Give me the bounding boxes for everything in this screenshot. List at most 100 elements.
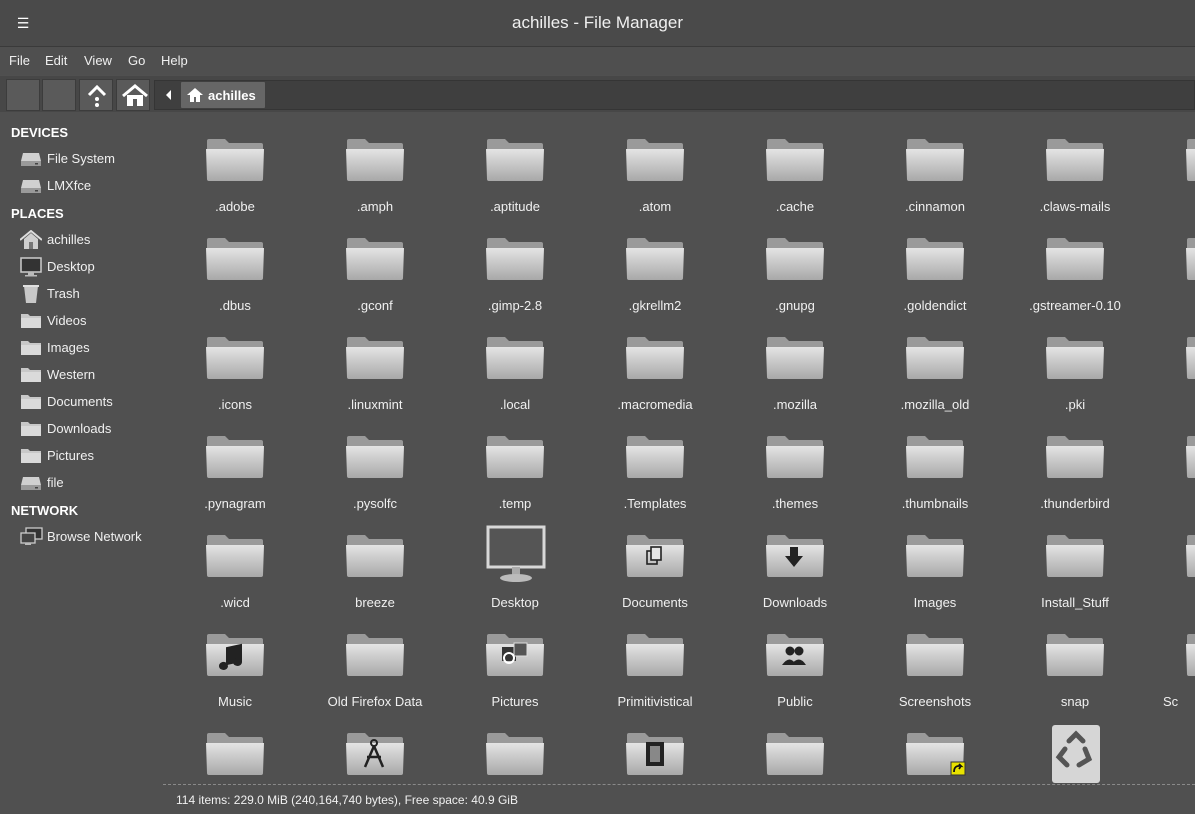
file-item-desktop[interactable]: Desktop — [445, 509, 585, 610]
monitor-icon — [486, 525, 546, 582]
file-item-linuxmint[interactable]: .linuxmint — [305, 311, 445, 412]
sidebar-item-trash[interactable]: Trash — [18, 283, 153, 305]
file-item-amph[interactable]: .amph — [305, 113, 445, 214]
sidebar-item-western[interactable]: Western — [18, 364, 153, 386]
folder-icon — [486, 337, 544, 379]
status-text: 114 items: 229.0 MiB (240,164,740 bytes)… — [176, 793, 518, 807]
file-item-cache[interactable]: .cache — [725, 113, 865, 214]
file-item-install-stuff[interactable]: Install_Stuff — [1005, 509, 1145, 610]
sidebar-item-videos[interactable]: Videos — [18, 310, 153, 332]
file-item-snap[interactable]: snap — [1005, 608, 1145, 709]
folder-icon — [20, 365, 42, 386]
file-item-thunderbird[interactable]: .thunderbird — [1005, 410, 1145, 511]
file-item-screenshots[interactable]: Screenshots — [865, 608, 1005, 709]
file-item-mozilla-old[interactable]: .mozilla_old — [865, 311, 1005, 412]
folder-icon — [20, 419, 42, 440]
file-item-old-firefox-data[interactable]: Old Firefox Data — [305, 608, 445, 709]
file-item-primitivistical[interactable]: Primitivistical — [585, 608, 725, 709]
file-item-atom[interactable]: .atom — [585, 113, 725, 214]
back-button[interactable] — [6, 79, 40, 111]
file-item-adobe[interactable]: .adobe — [165, 113, 305, 214]
file-item-row7-5[interactable] — [865, 707, 1005, 783]
sidebar-item-file[interactable]: file — [18, 472, 153, 494]
file-item-themes[interactable]: .themes — [725, 410, 865, 511]
file-item-pictures[interactable]: Pictures — [445, 608, 585, 709]
file-item-row7-3[interactable] — [585, 707, 725, 783]
trash-icon — [1052, 725, 1100, 783]
sidebar-item-browse-network[interactable]: Browse Network — [18, 526, 153, 548]
file-item-public[interactable]: Public — [725, 608, 865, 709]
folder-icon — [486, 733, 544, 775]
forward-button[interactable] — [42, 79, 76, 111]
file-item-thumbnails[interactable]: .thumbnails — [865, 410, 1005, 511]
file-item-pysolfc[interactable]: .pysolfc — [305, 410, 445, 511]
file-item-row7-4[interactable] — [725, 707, 865, 783]
sidebar-item-desktop[interactable]: Desktop — [18, 256, 153, 278]
sidebar-item-documents[interactable]: Documents — [18, 391, 153, 413]
sidebar-heading-network: NETWORK — [11, 503, 79, 518]
sidebar-heading-places: PLACES — [11, 206, 64, 221]
file-item-images[interactable]: Images — [865, 509, 1005, 610]
sidebar-item-lmxfce[interactable]: LMXfce — [18, 175, 153, 197]
menu-file[interactable]: File — [9, 53, 30, 68]
folder-icon — [1046, 634, 1104, 676]
file-item-mozilla[interactable]: .mozilla — [725, 311, 865, 412]
file-item-claws-mails[interactable]: .claws-mails — [1005, 113, 1145, 214]
file-item-downloads[interactable]: Downloads — [725, 509, 865, 610]
file-item-row7-6[interactable] — [1005, 707, 1145, 783]
menu-view[interactable]: View — [84, 53, 112, 68]
sidebar-heading-devices: DEVICES — [11, 125, 69, 140]
folder-icon — [626, 436, 684, 478]
sidebar-item-file-system[interactable]: File System — [18, 148, 153, 170]
menu-help[interactable]: Help — [161, 53, 188, 68]
folder-icon — [1046, 535, 1104, 577]
file-item-macromedia[interactable]: .macromedia — [585, 311, 725, 412]
file-item-icons[interactable]: .icons — [165, 311, 305, 412]
file-item-partial[interactable] — [1145, 113, 1195, 205]
file-item-row7-0[interactable] — [165, 707, 305, 783]
chevron-left-icon — [166, 90, 171, 100]
home-button[interactable] — [116, 79, 150, 111]
file-item-gnupg[interactable]: .gnupg — [725, 212, 865, 313]
file-item-gkrellm2[interactable]: .gkrellm2 — [585, 212, 725, 313]
file-item-gstreamer-0-10[interactable]: .gstreamer-0.10 — [1005, 212, 1145, 313]
file-item-partial[interactable] — [1145, 410, 1195, 502]
menu-edit[interactable]: Edit — [45, 53, 67, 68]
file-item-partial[interactable]: Sc — [1145, 608, 1195, 709]
sidebar-item-achilles[interactable]: achilles — [18, 229, 153, 251]
sidebar-item-label: file — [47, 475, 64, 490]
file-item-partial[interactable] — [1145, 212, 1195, 304]
file-item-documents[interactable]: Documents — [585, 509, 725, 610]
file-item-partial[interactable] — [1145, 311, 1195, 403]
file-item-music[interactable]: Music — [165, 608, 305, 709]
sidebar-item-downloads[interactable]: Downloads — [18, 418, 153, 440]
sidebar-item-label: Videos — [47, 313, 87, 328]
file-item-breeze[interactable]: breeze — [305, 509, 445, 610]
file-item-row7-1[interactable] — [305, 707, 445, 783]
sidebar-item-pictures[interactable]: Pictures — [18, 445, 153, 467]
menu-go[interactable]: Go — [128, 53, 145, 68]
folder-icon — [346, 634, 404, 676]
downloads-folder-icon — [766, 535, 824, 577]
file-item-row7-2[interactable] — [445, 707, 585, 783]
file-item-temp[interactable]: .temp — [445, 410, 585, 511]
file-item-wicd[interactable]: .wicd — [165, 509, 305, 610]
file-item-cinnamon[interactable]: .cinnamon — [865, 113, 1005, 214]
parent-folder-button[interactable] — [79, 79, 113, 111]
file-item-aptitude[interactable]: .aptitude — [445, 113, 585, 214]
file-item-partial[interactable] — [1145, 509, 1195, 601]
path-scroll-left-button[interactable] — [159, 85, 179, 105]
file-item-local[interactable]: .local — [445, 311, 585, 412]
file-item-dbus[interactable]: .dbus — [165, 212, 305, 313]
file-item-gimp-2-8[interactable]: .gimp-2.8 — [445, 212, 585, 313]
sidebar-item-images[interactable]: Images — [18, 337, 153, 359]
file-item-templates[interactable]: .Templates — [585, 410, 725, 511]
folder-icon — [1186, 436, 1195, 478]
file-item-gconf[interactable]: .gconf — [305, 212, 445, 313]
folder-icon — [206, 733, 264, 775]
path-crumb-home[interactable]: achilles — [181, 82, 265, 108]
file-item-pynagram[interactable]: .pynagram — [165, 410, 305, 511]
file-item-pki[interactable]: .pki — [1005, 311, 1145, 412]
sidebar-item-label: Pictures — [47, 448, 94, 463]
file-item-goldendict[interactable]: .goldendict — [865, 212, 1005, 313]
